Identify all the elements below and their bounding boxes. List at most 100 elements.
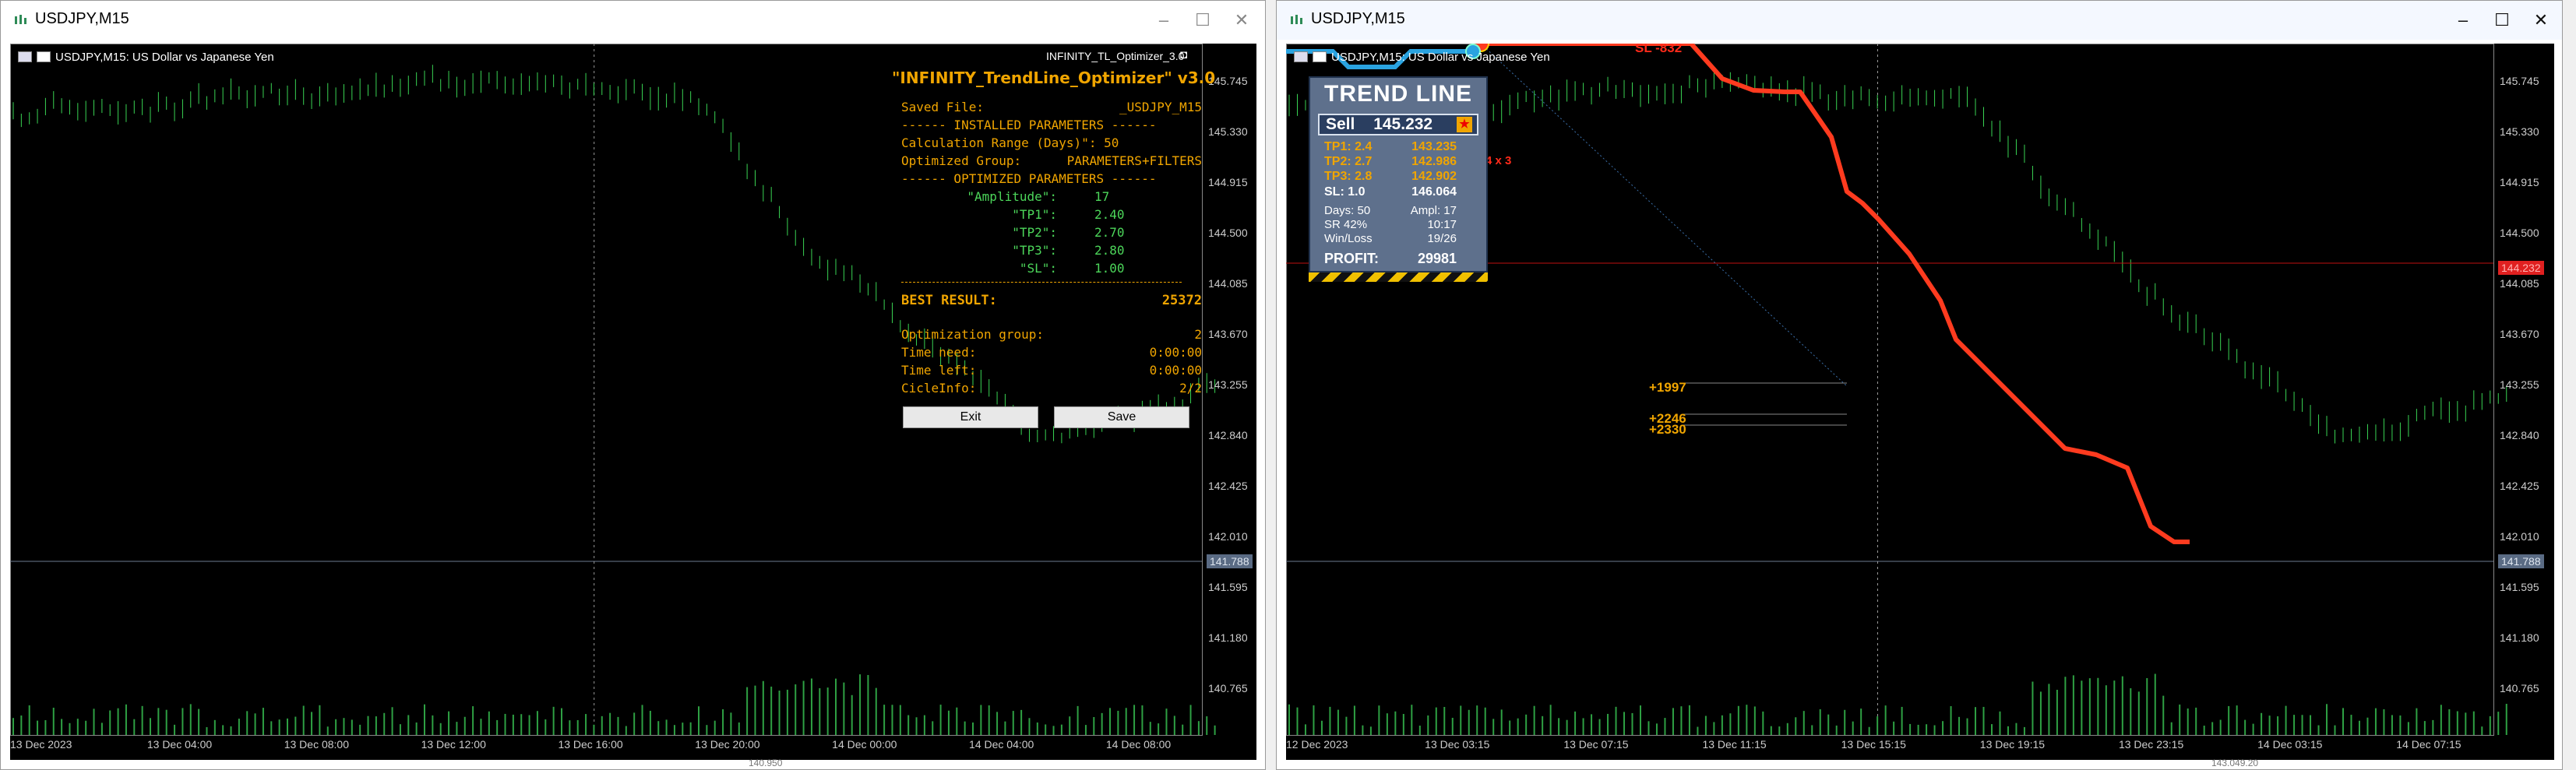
price-tick-label: 143.255: [1208, 378, 1248, 391]
time-tick-label: 13 Dec 2023: [10, 738, 72, 751]
price-tick-label: 140.765: [2500, 682, 2539, 694]
price-tick-label: 143.670: [1208, 328, 1248, 340]
close-icon[interactable]: ✕: [2531, 10, 2551, 30]
ampl-label: Ampl: 17: [1410, 204, 1457, 217]
price-tick-label: 144.915: [1208, 176, 1248, 188]
chart-app-icon: [15, 15, 26, 24]
price-tick-label: 144.085: [1208, 277, 1248, 290]
trend-line-title: TREND LINE: [1324, 81, 1472, 107]
time-left-label: Time left:: [901, 363, 977, 378]
winloss-label: Win/Loss: [1324, 232, 1373, 245]
time-tick-label: 14 Dec 08:00: [1105, 738, 1172, 751]
table-icon[interactable]: [1294, 51, 1308, 62]
star-icon[interactable]: ★: [1457, 117, 1472, 132]
saved-file-label: Saved File:: [901, 100, 984, 114]
time-tick-label: 14 Dec 07:15: [2396, 738, 2461, 751]
best-result-value: 25372: [1161, 293, 1202, 308]
left-chart-symbol: USDJPY,M15: US Dollar vs Japanese Yen: [55, 50, 274, 64]
hazard-stripe: [1309, 272, 1488, 282]
price-tick-label: 141.180: [1208, 631, 1248, 644]
price-tick-label: 142.425: [1208, 480, 1248, 492]
divider: [901, 282, 1182, 283]
price-tick-label: 143.255: [2500, 378, 2539, 391]
param-value: 17: [1094, 189, 1110, 204]
price-tick-label: 142.840: [1208, 429, 1248, 441]
exit-button[interactable]: Exit: [903, 406, 1038, 428]
stop-loss-line: [1481, 44, 2190, 544]
price-tick-label: 145.330: [2500, 125, 2539, 138]
close-icon[interactable]: ✕: [1232, 10, 1252, 30]
save-button[interactable]: Save: [1054, 406, 1189, 428]
price-tick-label: 140.765: [1208, 682, 1248, 694]
maximize-icon[interactable]: ☐: [2492, 10, 2512, 30]
time-tick-label: 13 Dec 12:00: [421, 738, 486, 751]
time-tick-label: 14 Dec 04:00: [969, 738, 1034, 751]
price-tick-label: 143.670: [2500, 328, 2539, 340]
price-tick-label: 141.595: [2500, 581, 2539, 593]
sell-price: 145.232: [1373, 115, 1433, 133]
price-tick-label: 145.330: [1208, 125, 1248, 138]
left-chart-area[interactable]: USDJPY,M15: US Dollar vs Japanese Yen IN…: [10, 44, 1256, 760]
time-tick-label: 13 Dec 23:15: [2118, 738, 2184, 751]
sl-label: SL: 1.0: [1324, 185, 1366, 199]
left-current-price-tag: 141.788: [1207, 554, 1253, 568]
left-below-label: 140.950: [749, 758, 783, 768]
minimize-icon[interactable]: –: [1154, 10, 1174, 30]
price-tick-label: 141.595: [1208, 581, 1248, 593]
tp3-label: TP3: 2.8: [1324, 170, 1373, 183]
time-left-value: 0:00:00: [1149, 363, 1202, 378]
price-tick-label: 141.180: [2500, 631, 2539, 644]
maximize-icon[interactable]: ☐: [1193, 10, 1213, 30]
winloss-value: 19/26: [1427, 232, 1457, 245]
indicator-name: INFINITY_TL_Optimizer_3.0: [1046, 50, 1185, 62]
time-need-label: Time need:: [901, 345, 977, 360]
tp2-row: TP2: 2.7 142.986: [1324, 155, 1472, 169]
tp1-label: TP1: 2.4: [1324, 140, 1373, 153]
right-below-label: 143.049.20: [2211, 758, 2259, 768]
param-name: "TP2":: [1012, 225, 1057, 240]
winloss-row: Win/Loss 19/26: [1324, 232, 1472, 245]
param-value: 2.80: [1094, 243, 1125, 258]
time-tick-label: 13 Dec 19:15: [1979, 738, 2046, 751]
sr-value: 10:17: [1427, 218, 1457, 231]
sl-value: 146.064: [1411, 185, 1457, 199]
minimize-icon[interactable]: –: [2453, 10, 2473, 30]
opt-group-value-2: 2: [1194, 327, 1202, 342]
left-window-title: USDJPY,M15: [35, 10, 129, 27]
param-name: "SL":: [1019, 261, 1057, 276]
sl-signal-label: SL -832: [1635, 44, 1683, 55]
saved-file-value: _USDJPY_M15: [1119, 100, 1202, 114]
tp1-value: 143.235: [1411, 140, 1457, 153]
camera-icon[interactable]: ◘: [1180, 48, 1187, 62]
flag-icon[interactable]: [37, 51, 51, 62]
time-tick-label: 13 Dec 08:00: [284, 738, 350, 751]
price-tick-label: 144.915: [2500, 176, 2539, 188]
left-title-bar[interactable]: USDJPY,M15 – ☐ ✕: [1, 1, 1265, 40]
right-title-bar[interactable]: USDJPY,M15 – ☐ ✕: [1277, 1, 2562, 40]
sr-row: SR 42% 10:17: [1324, 218, 1472, 231]
optimizer-panel: "INFINITY_TrendLine_Optimizer" v3.0 Save…: [883, 65, 1215, 470]
optimizer-title: "INFINITY_TrendLine_Optimizer" v3.0: [892, 69, 1216, 87]
level-price-tag: 144.232: [2498, 261, 2544, 275]
right-current-price-tag: 141.788: [2498, 554, 2544, 568]
optimized-header: ------ OPTIMIZED PARAMETERS ------: [901, 171, 1157, 186]
profit-value: 29981: [1417, 251, 1457, 266]
param-name: "Amplitude":: [967, 189, 1057, 204]
time-need-value: 0:00:00: [1149, 345, 1202, 360]
param-name: "TP3":: [1012, 243, 1057, 258]
right-chart-header: USDJPY,M15: US Dollar vs Japanese Yen: [1294, 48, 1550, 65]
days-row: Days: 50 Ampl: 17: [1324, 204, 1472, 217]
param-value: 2.40: [1094, 207, 1125, 222]
table-icon[interactable]: [18, 51, 32, 62]
time-tick-label: 13 Dec 11:15: [1702, 738, 1767, 751]
time-tick-label: 13 Dec 15:15: [1841, 738, 1906, 751]
tp2-label: TP2: 2.7: [1324, 155, 1373, 168]
tp2-value: 142.986: [1411, 155, 1457, 168]
profit-row: PROFIT: 29981: [1324, 251, 1472, 267]
profit-label: PROFIT:: [1324, 251, 1379, 266]
time-tick-label: 13 Dec 04:00: [146, 738, 213, 751]
flag-icon[interactable]: [1313, 51, 1327, 62]
param-value: 2.70: [1094, 225, 1125, 240]
trend-line-panel: TREND LINE Sell 145.232 ★ TP1: 2.4 143.2…: [1309, 76, 1488, 282]
right-chart-symbol: USDJPY,M15: US Dollar vs Japanese Yen: [1331, 50, 1550, 64]
